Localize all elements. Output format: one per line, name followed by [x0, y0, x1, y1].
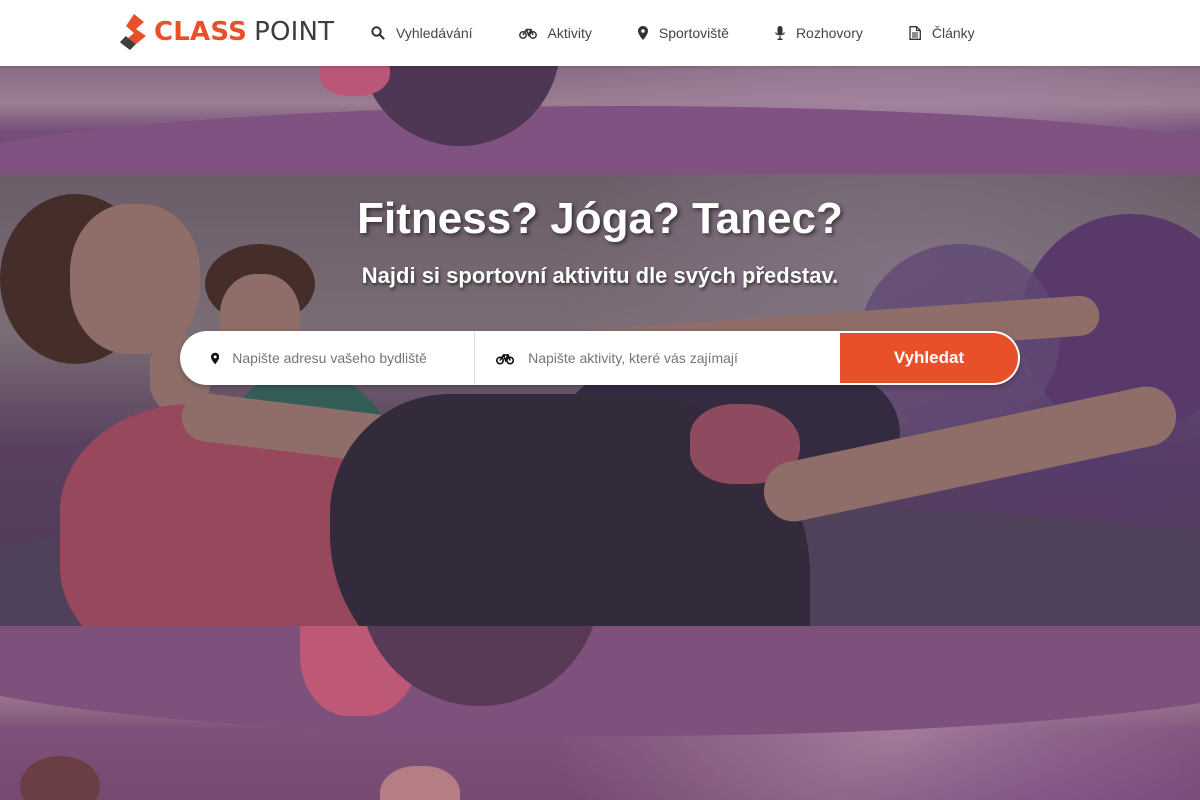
classpoint-logo[interactable]: CLASS POINT: [120, 14, 334, 50]
hero-title: Fitness? Jóga? Tanec?: [357, 194, 843, 243]
map-marker-icon: [637, 26, 648, 40]
search-button[interactable]: Vyhledat: [840, 333, 1018, 383]
search-icon: [371, 26, 385, 40]
activity-input[interactable]: [528, 350, 840, 366]
address-field: [180, 331, 475, 385]
nav-item-label: Aktivity: [547, 25, 592, 41]
nav-item-venues[interactable]: Sportoviště: [637, 25, 729, 41]
map-marker-icon: [211, 352, 220, 364]
nav-item-articles[interactable]: Články: [909, 25, 975, 41]
search-form: Vyhledat: [180, 331, 1020, 385]
logo-wordmark: CLASS POINT: [154, 14, 334, 50]
nav-item-label: Vyhledávání: [396, 25, 473, 41]
activity-field: [475, 331, 840, 385]
top-navigation-bar: CLASS POINT Vyhledávání Aktivity Sportov…: [0, 0, 1200, 66]
hero-background-strip-bottom: [0, 626, 1200, 800]
document-icon: [909, 26, 921, 40]
hero-subtitle: Najdi si sportovní aktivitu dle svých př…: [361, 263, 839, 288]
main-nav: Vyhledávání Aktivity Sportoviště Rozhovo…: [371, 0, 975, 66]
nav-item-label: Články: [931, 25, 975, 41]
nav-item-activities[interactable]: Aktivity: [518, 25, 592, 41]
nav-item-label: Sportoviště: [658, 25, 729, 41]
address-input[interactable]: [232, 350, 474, 366]
hero-background-strip-top: [0, 66, 1200, 174]
nav-item-label: Rozhovory: [795, 25, 863, 41]
bicycle-icon: [518, 28, 537, 39]
bicycle-icon: [496, 353, 515, 365]
classpoint-logo-mark: [120, 14, 152, 50]
nav-item-search[interactable]: Vyhledávání: [371, 25, 473, 41]
microphone-icon: [775, 26, 785, 40]
nav-item-interviews[interactable]: Rozhovory: [775, 25, 863, 41]
hero-background-image: [0, 66, 1200, 800]
logo-word-point: POINT: [254, 17, 335, 47]
logo-word-class: CLASS: [154, 17, 248, 47]
